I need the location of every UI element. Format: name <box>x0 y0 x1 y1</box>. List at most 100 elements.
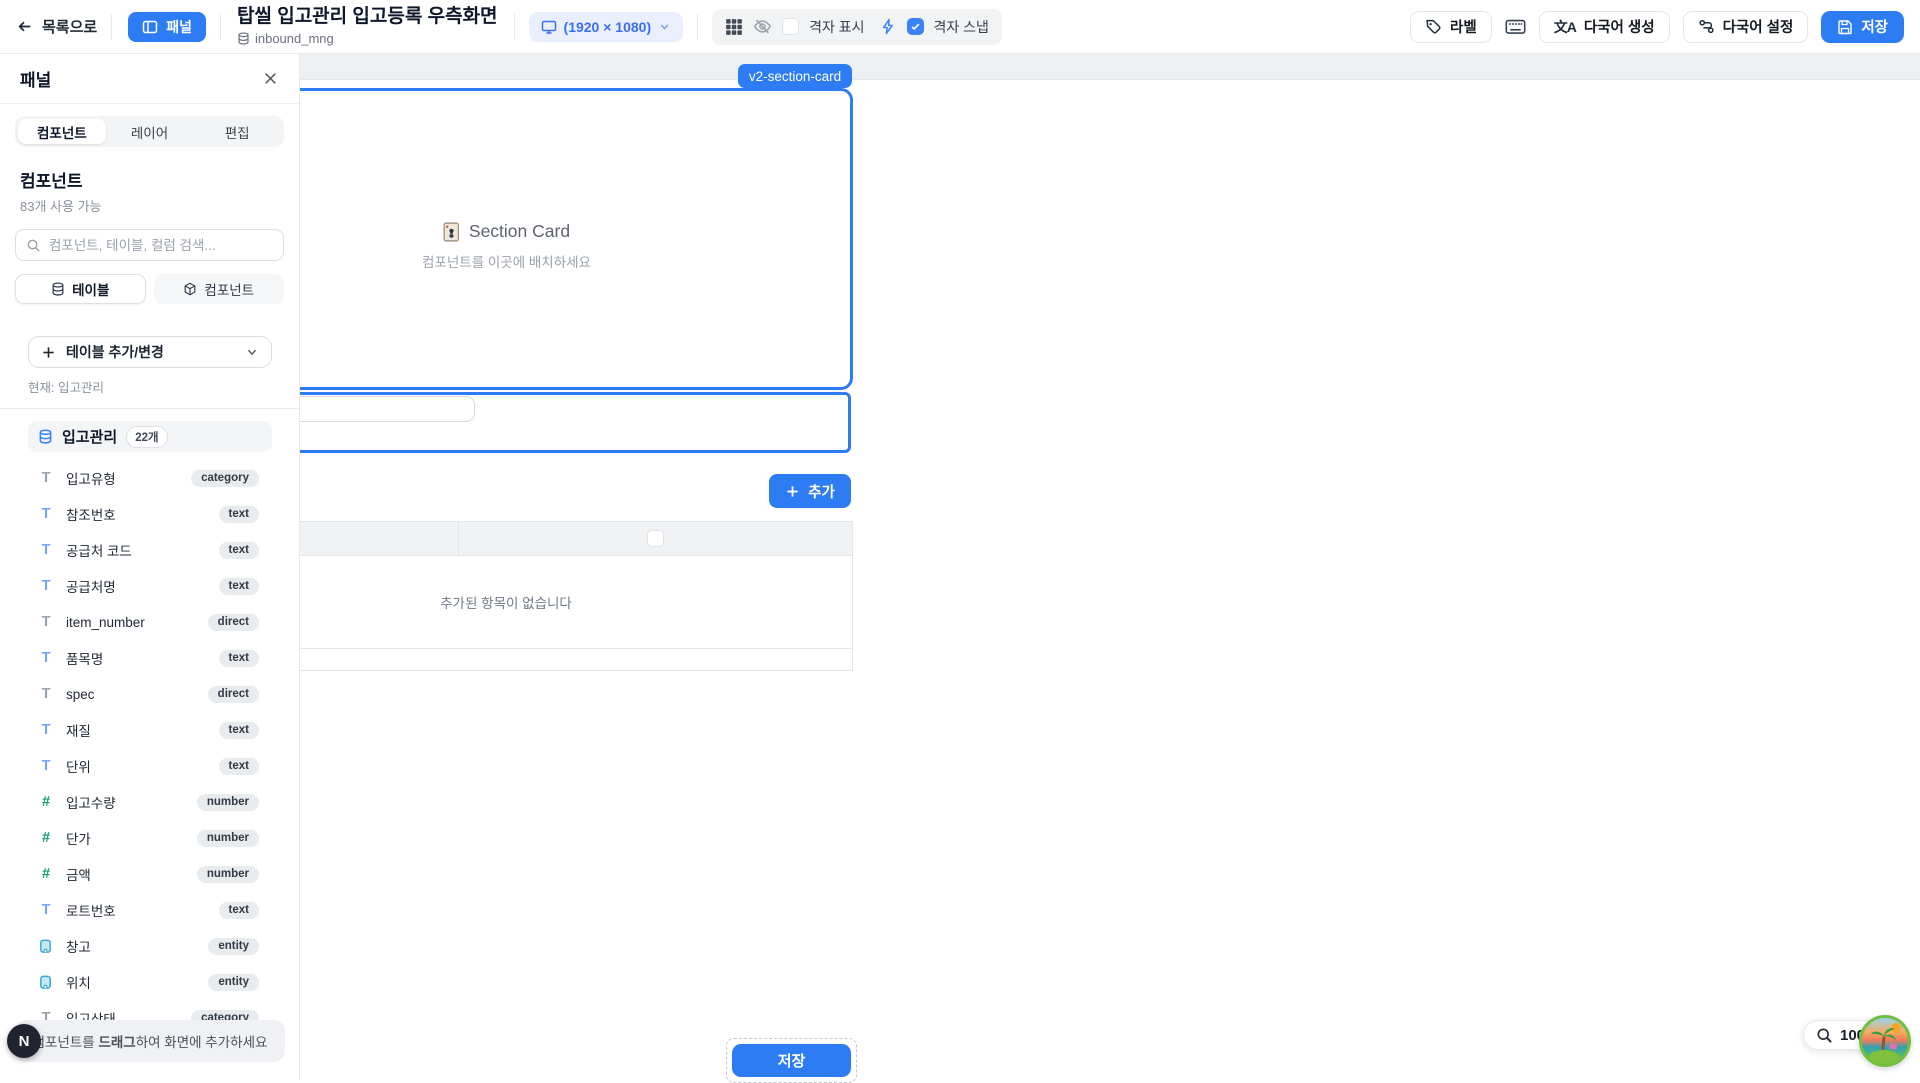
database-icon <box>38 429 53 444</box>
divider <box>0 408 299 409</box>
component-field-item[interactable]: T공급처명text <box>0 568 299 604</box>
check-icon <box>910 21 921 32</box>
i18n-generate-button[interactable]: 文A 다국어 생성 <box>1539 11 1670 43</box>
eye-off-icon <box>753 17 772 36</box>
field-type-badge: entity <box>208 974 259 991</box>
close-icon[interactable] <box>262 70 279 87</box>
field-label: 금액 <box>66 864 91 884</box>
component-field-item[interactable]: T참조번호text <box>0 496 299 532</box>
field-type-badge: direct <box>208 686 259 703</box>
section-card-placeholder: Section Card <box>443 221 570 242</box>
text-field-icon: T <box>38 506 54 522</box>
label-button[interactable]: 라벨 <box>1410 11 1492 43</box>
component-field-item[interactable]: #금액number <box>0 856 299 892</box>
component-field-list: T입고유형categoryT참조번호textT공급처 코드textT공급처명te… <box>0 460 299 1036</box>
panel-toggle-button[interactable]: 패널 <box>128 12 206 42</box>
field-label: 공급처명 <box>66 576 116 596</box>
field-label: 창고 <box>66 936 91 956</box>
component-field-item[interactable]: #입고수량number <box>0 784 299 820</box>
database-icon <box>51 282 65 296</box>
field-type-badge: text <box>219 506 259 523</box>
field-label: spec <box>66 687 95 702</box>
component-field-item[interactable]: T로트번호text <box>0 892 299 928</box>
component-field-item[interactable]: 창고entity <box>0 928 299 964</box>
divider <box>514 14 515 40</box>
add-row-button[interactable]: 추가 <box>769 474 851 508</box>
chevron-down-icon <box>658 20 671 33</box>
tag-icon <box>1425 18 1442 35</box>
i18n-settings-button[interactable]: 다국어 설정 <box>1683 11 1809 43</box>
field-label: 재질 <box>66 720 91 740</box>
bound-table-ref: inbound_mng <box>237 31 498 46</box>
arrow-left-icon <box>16 18 33 35</box>
text-field-icon: T <box>38 614 54 630</box>
field-type-badge: text <box>219 578 259 595</box>
panel-title: 패널 <box>20 66 51 91</box>
field-label: 단위 <box>66 756 91 776</box>
canvas-save-button[interactable]: 저장 <box>732 1044 851 1077</box>
component-field-item[interactable]: T단위text <box>0 748 299 784</box>
components-section-title: 컴포넌트 <box>20 167 279 192</box>
mode-component-button[interactable]: 컴포넌트 <box>154 274 285 304</box>
field-label: 입고수량 <box>66 792 116 812</box>
magnifier-icon <box>1816 1027 1833 1044</box>
component-field-item[interactable]: 위치 entity <box>0 964 299 1000</box>
component-field-item[interactable]: Titem_numberdirect <box>0 604 299 640</box>
field-type-badge: number <box>197 830 259 847</box>
keyboard-shortcuts-button[interactable] <box>1505 16 1526 37</box>
field-count-badge: 22개 <box>126 426 167 448</box>
grid-snap-checkbox[interactable] <box>907 18 924 35</box>
floating-avatar-badge[interactable]: N <box>7 1024 41 1058</box>
table-group-row[interactable]: 입고관리 22개 <box>28 421 272 452</box>
number-field-icon: # <box>38 794 54 810</box>
text-field-icon: T <box>38 542 54 558</box>
component-field-item[interactable]: Tspec direct <box>0 676 299 712</box>
table-select-all-checkbox[interactable] <box>647 530 664 547</box>
tab-components[interactable]: 컴포넌트 <box>18 119 106 144</box>
field-type-badge: text <box>219 902 259 919</box>
entity-field-icon <box>38 939 54 954</box>
field-label: 단가 <box>66 828 91 848</box>
back-to-list-button[interactable]: 목록으로 <box>16 16 97 37</box>
field-label: 위치 <box>66 972 91 992</box>
back-label: 목록으로 <box>42 16 97 37</box>
save-button[interactable]: 저장 <box>1821 11 1904 43</box>
table-group-name: 입고관리 <box>62 426 117 447</box>
component-field-item[interactable]: # 단가 number <box>0 820 299 856</box>
grid-show-checkbox[interactable] <box>782 18 799 35</box>
add-change-table-button[interactable]: 테이블 추가/변경 <box>28 336 272 368</box>
field-type-badge: text <box>219 758 259 775</box>
field-type-badge: text <box>219 650 259 667</box>
mode-table-button[interactable]: 테이블 <box>15 274 146 304</box>
component-field-item[interactable]: T품목명text <box>0 640 299 676</box>
island-sticker-icon[interactable] <box>1859 1015 1911 1067</box>
top-toolbar: 목록으로 패널 탑씰 입고관리 입고등록 우측화면 inbound_mng (1… <box>0 0 1920 54</box>
plus-icon <box>785 484 800 499</box>
component-field-item[interactable]: T입고유형category <box>0 460 299 496</box>
tab-layers[interactable]: 레이어 <box>106 119 194 144</box>
field-label: 공급처 코드 <box>66 540 132 560</box>
search-input[interactable] <box>49 238 273 253</box>
number-field-icon: # <box>38 830 54 846</box>
field-type-badge: number <box>197 866 259 883</box>
field-label: 품목명 <box>66 648 103 668</box>
panel-tabs: 컴포넌트 레이어 편집 <box>15 116 284 147</box>
lightning-icon <box>880 18 897 35</box>
panel-left-icon <box>142 19 158 35</box>
panel-header: 패널 <box>0 54 299 104</box>
grid-snap-label: 격자 스냅 <box>934 17 989 37</box>
cube-icon <box>183 282 197 296</box>
header-actions: 라벨 文A 다국어 생성 다국어 설정 저장 <box>1410 11 1904 43</box>
viewport-size-selector[interactable]: (1920 × 1080) <box>529 12 684 42</box>
component-field-item[interactable]: T 공급처 코드 text <box>0 532 299 568</box>
tab-edit[interactable]: 편집 <box>193 119 281 144</box>
component-field-item[interactable]: T재질text <box>0 712 299 748</box>
field-type-badge: text <box>219 542 259 559</box>
text-field-icon: T <box>38 686 54 702</box>
chevron-down-icon <box>245 345 259 359</box>
save-icon <box>1837 19 1853 35</box>
components-available-count: 83개 사용 가능 <box>20 196 279 215</box>
divider <box>220 14 221 40</box>
playing-card-icon <box>443 222 460 242</box>
text-field-icon: T <box>38 902 54 918</box>
